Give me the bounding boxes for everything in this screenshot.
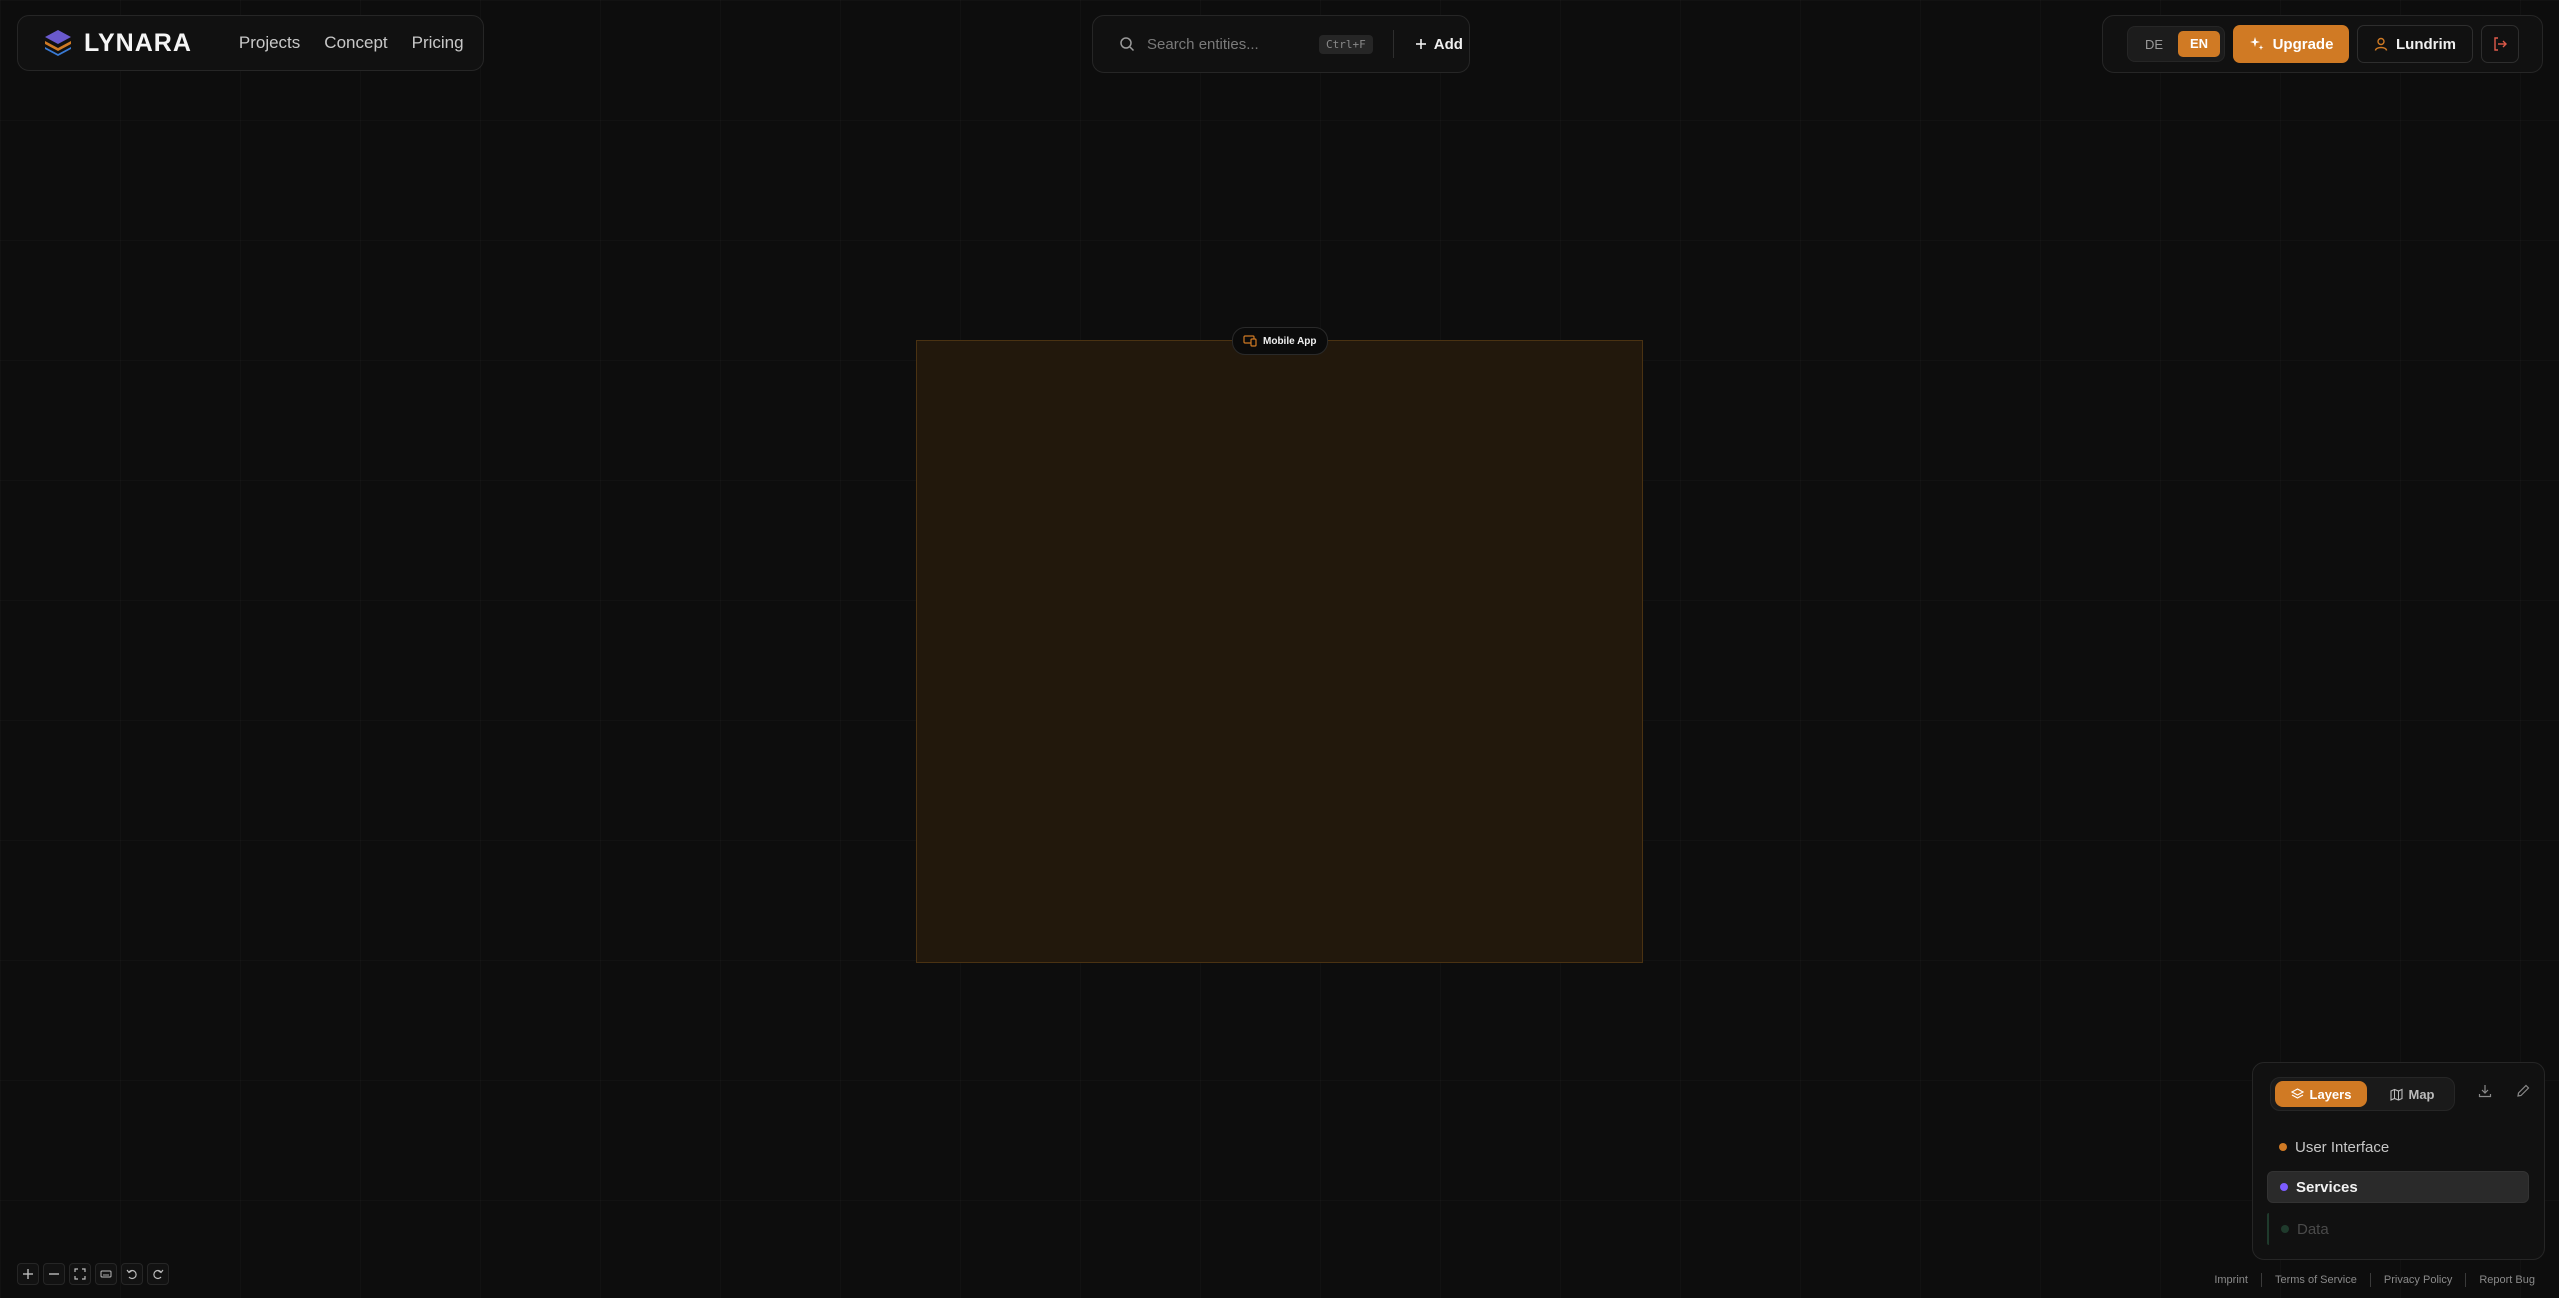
layer-color-dot [2280, 1183, 2288, 1191]
footer-separator [2260, 1273, 2262, 1287]
node-label-text: Mobile App [1263, 335, 1317, 347]
pencil-icon [2517, 1084, 2530, 1097]
search-bar: Ctrl+F Add [1092, 15, 1470, 73]
keyboard-icon [100, 1270, 112, 1278]
logout-button[interactable] [2481, 25, 2519, 63]
footer-report-bug[interactable]: Report Bug [2479, 1274, 2535, 1286]
layers-panel: Layers Map User Interface Services Data [2252, 1062, 2545, 1260]
download-icon [2478, 1085, 2492, 1098]
footer-imprint[interactable]: Imprint [2214, 1274, 2248, 1286]
divider [1392, 30, 1394, 58]
user-icon [2374, 37, 2388, 51]
layer-data[interactable]: Data [2267, 1213, 2529, 1245]
add-label: Add [1433, 35, 1463, 53]
keyboard-button[interactable] [95, 1263, 117, 1285]
footer-terms[interactable]: Terms of Service [2275, 1274, 2357, 1286]
nav-concept[interactable]: Concept [324, 33, 387, 53]
tab-map[interactable]: Map [2373, 1081, 2451, 1107]
redo-button[interactable] [147, 1263, 169, 1285]
search-input[interactable] [1145, 34, 1299, 54]
devices-icon [1243, 335, 1257, 347]
layer-label: Data [2297, 1220, 2329, 1238]
tab-map-label: Map [2408, 1086, 2435, 1102]
map-icon [2389, 1088, 2403, 1101]
edit-button[interactable] [2513, 1081, 2533, 1101]
layer-label: User Interface [2295, 1138, 2390, 1156]
lang-en-button[interactable]: EN [2178, 31, 2220, 57]
layer-label: Services [2296, 1178, 2358, 1196]
fit-view-button[interactable] [69, 1263, 91, 1285]
layer-user-interface[interactable]: User Interface [2267, 1131, 2529, 1163]
add-button[interactable]: Add [1414, 36, 1463, 53]
plus-icon [23, 1269, 33, 1279]
layers-icon [2290, 1087, 2304, 1099]
zoom-out-button[interactable] [43, 1263, 65, 1285]
tab-layers-label: Layers [2309, 1086, 2352, 1102]
search-icon [1120, 37, 1135, 52]
logout-icon [2494, 37, 2507, 51]
upgrade-button[interactable]: Upgrade [2233, 25, 2349, 63]
fullscreen-icon [74, 1268, 86, 1280]
redo-icon [153, 1269, 164, 1280]
mobile-app-node[interactable] [916, 340, 1643, 963]
footer-privacy[interactable]: Privacy Policy [2384, 1274, 2452, 1286]
lang-de-button[interactable]: DE [2136, 33, 2172, 57]
user-name: Lundrim [2396, 35, 2456, 53]
undo-button[interactable] [121, 1263, 143, 1285]
search-shortcut: Ctrl+F [1319, 34, 1373, 54]
layer-services[interactable]: Services [2267, 1171, 2529, 1203]
minus-icon [49, 1273, 59, 1275]
brand-name[interactable]: LYNARA [84, 29, 192, 58]
plus-icon [1415, 39, 1426, 49]
nav-pricing[interactable]: Pricing [412, 33, 464, 53]
panel-tabs: Layers Map [2270, 1077, 2455, 1111]
node-label[interactable]: Mobile App [1232, 327, 1328, 355]
upgrade-label: Upgrade [2272, 35, 2334, 53]
logo-icon[interactable] [42, 27, 74, 59]
sparkle-icon [2249, 37, 2264, 50]
tab-layers[interactable]: Layers [2275, 1081, 2367, 1107]
zoom-in-button[interactable] [17, 1263, 39, 1285]
layer-color-dot [2281, 1225, 2289, 1233]
canvas-controls [17, 1263, 169, 1285]
footer: Imprint Terms of Service Privacy Policy … [2214, 1273, 2535, 1287]
user-button[interactable]: Lundrim [2357, 25, 2473, 63]
footer-separator [2369, 1273, 2371, 1287]
language-toggle: DE EN [2127, 26, 2225, 62]
header-right: DE EN Upgrade Lundrim [2102, 15, 2543, 73]
download-button[interactable] [2475, 1081, 2495, 1101]
nav-projects[interactable]: Projects [239, 33, 300, 53]
header-left: LYNARA Projects Concept Pricing [17, 15, 484, 71]
layer-color-dot [2279, 1143, 2287, 1151]
footer-separator [2465, 1273, 2467, 1287]
main-nav: Projects Concept Pricing [239, 33, 464, 53]
undo-icon [126, 1269, 137, 1280]
